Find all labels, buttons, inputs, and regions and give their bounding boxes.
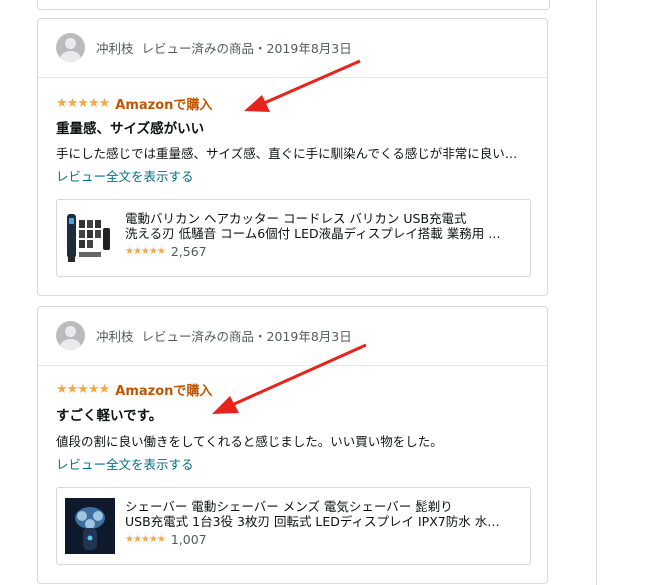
read-full-review-link[interactable]: レビュー全文を表示する	[56, 166, 194, 185]
rating-count[interactable]: 2,567	[171, 244, 207, 259]
avatar[interactable]	[56, 321, 85, 350]
reviewer-info: 冲利枝 レビュー済みの商品・2019年8月3日	[96, 326, 352, 345]
rating-row: ★★★★★ Amazonで購入	[56, 94, 212, 113]
previous-review-card	[37, 0, 550, 10]
star-rating: ★★★★★	[56, 96, 110, 111]
electric-shaver-product-image[interactable]	[65, 498, 115, 554]
review-title: 重量感、サイズ感がいい	[56, 121, 205, 137]
reviewer-info: 冲利枝 レビュー済みの商品・2019年8月3日	[96, 38, 352, 57]
product-card[interactable]: 電動バリカン ヘアカッター コードレス バリカン USB充電式 洗える刃 低騒音…	[56, 199, 531, 277]
review-body: 手にした感じでは重量感、サイズ感、直ぐに手に馴染んでくる感じが非常に良い…	[56, 146, 518, 161]
review-header: 冲利枝 レビュー済みの商品・2019年8月3日	[38, 19, 547, 78]
star-rating: ★★★★★	[56, 382, 110, 397]
rating-count[interactable]: 1,007	[171, 532, 207, 547]
product-rating: ★★★★★ 2,567	[125, 244, 207, 259]
product-title[interactable]: シェーバー 電動シェーバー メンズ 電気シェーバー 髭剃り USB充電式 1台3…	[125, 499, 523, 529]
product-rating: ★★★★★ 1,007	[125, 532, 207, 547]
reviewer-name[interactable]: 冲利枝	[96, 41, 134, 56]
review-title: すごく軽いです。	[56, 408, 163, 424]
product-star-rating: ★★★★★	[125, 534, 166, 545]
page-divider	[596, 0, 597, 585]
review-meta: レビュー済みの商品・2019年8月3日	[141, 329, 352, 344]
product-title[interactable]: 電動バリカン ヘアカッター コードレス バリカン USB充電式 洗える刃 低騒音…	[125, 211, 523, 241]
reviewer-name[interactable]: 冲利枝	[96, 329, 134, 344]
review-body: 値段の割に良い働きをしてくれると感じました。いい買い物をした。	[56, 434, 443, 449]
review-card: 冲利枝 レビュー済みの商品・2019年8月3日 ★★★★★ Amazonで購入 重…	[37, 18, 548, 296]
review-meta: レビュー済みの商品・2019年8月3日	[141, 41, 352, 56]
verified-purchase-badge: Amazonで購入	[115, 98, 213, 113]
rating-row: ★★★★★ Amazonで購入	[56, 380, 212, 399]
hair-clipper-product-image[interactable]	[65, 210, 115, 266]
verified-purchase-badge: Amazonで購入	[115, 384, 213, 399]
review-card: 冲利枝 レビュー済みの商品・2019年8月3日 ★★★★★ Amazonで購入 す…	[37, 306, 548, 584]
review-header: 冲利枝 レビュー済みの商品・2019年8月3日	[38, 307, 547, 366]
read-full-review-link[interactable]: レビュー全文を表示する	[56, 454, 194, 473]
product-star-rating: ★★★★★	[125, 246, 166, 257]
product-card[interactable]: シェーバー 電動シェーバー メンズ 電気シェーバー 髭剃り USB充電式 1台3…	[56, 487, 531, 565]
avatar[interactable]	[56, 33, 85, 62]
